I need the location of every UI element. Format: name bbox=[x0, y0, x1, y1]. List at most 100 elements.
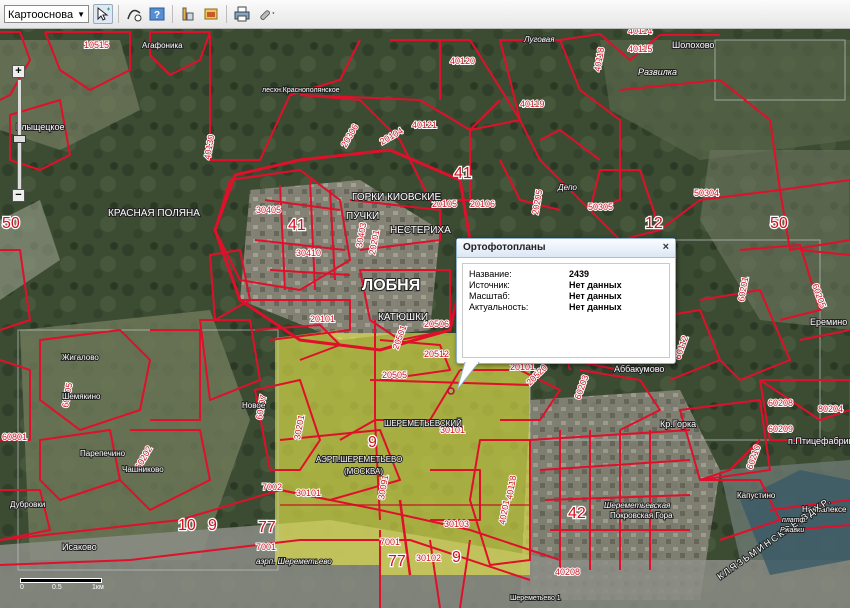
svg-text:80204: 80204 bbox=[818, 404, 843, 414]
place-label: Шолохово bbox=[672, 40, 714, 50]
place-label: Капустино bbox=[737, 491, 776, 500]
svg-text:40114: 40114 bbox=[628, 29, 652, 36]
place-label: Шереметьевская bbox=[604, 501, 671, 510]
svg-text:40208: 40208 bbox=[555, 567, 580, 577]
svg-text:20505: 20505 bbox=[382, 370, 407, 380]
popup-row-label: Актуальность: bbox=[469, 302, 529, 312]
place-label: Покровская Гора bbox=[610, 511, 673, 520]
print-icon bbox=[234, 6, 250, 22]
zoom-slider-thumb[interactable] bbox=[13, 135, 26, 143]
svg-text:60208: 60208 bbox=[768, 398, 793, 408]
place-label: Исаково bbox=[62, 542, 97, 552]
popup-row-value: 2439 bbox=[569, 269, 590, 279]
place-label: лесхн.Краснополянское bbox=[262, 87, 340, 94]
map-number: 9 bbox=[208, 517, 217, 534]
help-icon: ? bbox=[149, 7, 165, 21]
svg-text:50305: 50305 bbox=[588, 202, 613, 212]
parcel-number: 7002 bbox=[262, 482, 282, 492]
measure-button[interactable] bbox=[178, 4, 198, 24]
svg-text:30103: 30103 bbox=[444, 519, 469, 529]
layers-button[interactable] bbox=[201, 4, 221, 24]
place-label: Чашниково bbox=[122, 465, 164, 474]
popup-row-value: Нет данных bbox=[569, 291, 622, 301]
scale-bar-line bbox=[20, 578, 102, 583]
svg-text:20101: 20101 bbox=[310, 314, 335, 324]
scale-bar: 0 0.5 1км bbox=[20, 578, 110, 598]
svg-text:30405: 30405 bbox=[256, 205, 281, 215]
popup-pointer bbox=[457, 362, 480, 391]
place-label: Шереметьево 1 bbox=[510, 595, 561, 602]
help-button[interactable]: ? bbox=[147, 4, 167, 24]
place-label: КАТЮШКИ bbox=[378, 312, 428, 323]
place-label: ГОРКИ КИОВСКИЕ bbox=[352, 192, 441, 203]
svg-text:40121: 40121 bbox=[412, 120, 437, 130]
basemap-select-value: Картооснова bbox=[8, 9, 74, 21]
svg-text:20512: 20512 bbox=[424, 349, 449, 359]
popup-row: Актуальность: Нет данных bbox=[469, 302, 622, 312]
link-button[interactable] bbox=[257, 4, 283, 24]
chevron-down-icon: ▼ bbox=[77, 10, 85, 19]
zoom-control: + − bbox=[12, 65, 26, 205]
parcel-number: 30101 bbox=[296, 488, 321, 498]
parcel-number: 7001 bbox=[256, 542, 276, 552]
place-label: Еремино bbox=[810, 317, 847, 327]
scale-label: 1км bbox=[92, 584, 104, 591]
svg-text:40115: 40115 bbox=[628, 44, 652, 54]
map-number: 9 bbox=[368, 434, 377, 451]
city-label: ЛОБНЯ bbox=[362, 277, 420, 294]
scale-label: 0.5 bbox=[52, 584, 62, 591]
svg-text:60209: 60209 bbox=[768, 424, 793, 434]
place-label: ШЕРЕМЕТЬЕВСКИЙ bbox=[384, 419, 462, 428]
print-button[interactable] bbox=[232, 4, 252, 24]
toolbar-separator bbox=[226, 5, 227, 23]
svg-text:30102: 30102 bbox=[416, 553, 441, 563]
place-label: ПУЧКИ bbox=[346, 211, 379, 222]
popup-row-label: Масштаб: bbox=[469, 291, 511, 301]
place-label: п.Птицефабрик bbox=[788, 436, 850, 446]
svg-text:40120: 40120 bbox=[450, 56, 475, 66]
place-label: Новое bbox=[242, 401, 266, 410]
pan-info-icon bbox=[127, 9, 142, 22]
place-label: Ржавки bbox=[780, 527, 804, 534]
pointer-tool-button[interactable] bbox=[93, 4, 113, 24]
place-label: КРАСНАЯ ПОЛЯНА bbox=[108, 208, 200, 219]
popup-row: Масштаб: Нет данных bbox=[469, 291, 622, 301]
zoom-in-button[interactable]: + bbox=[12, 65, 25, 78]
place-label: Агафоника bbox=[142, 41, 183, 50]
map-number: 10 bbox=[178, 517, 196, 534]
place-label: Депо bbox=[557, 183, 577, 192]
place-label: Жигалово bbox=[62, 353, 99, 362]
zoom-out-button[interactable]: − bbox=[12, 189, 25, 202]
place-label: Развилка bbox=[638, 67, 677, 77]
map-number: 77 bbox=[258, 519, 276, 536]
map-view[interactable]: 41 41 50 12 50 77 77 42 9 9 9 10 7002 70… bbox=[0, 29, 850, 608]
popup-row-label: Источник: bbox=[469, 280, 510, 290]
place-label: платф. bbox=[782, 517, 807, 524]
popup-row-label: Название: bbox=[469, 269, 512, 279]
scale-label: 0 bbox=[20, 584, 24, 591]
parcel-number: 7001 bbox=[380, 537, 400, 547]
svg-text:10515: 10515 bbox=[84, 40, 109, 50]
svg-text:?: ? bbox=[154, 10, 160, 21]
place-label: (МОСКВА) bbox=[344, 467, 383, 476]
popup-body: Название: 2439 Источник: Нет данных Масш… bbox=[462, 263, 670, 358]
aerial-imagery: 41 41 50 12 50 77 77 42 9 9 9 10 7002 70… bbox=[0, 29, 850, 608]
place-label: АЭРП.ШЕРЕМЕТЬЕВО bbox=[316, 455, 402, 464]
link-icon bbox=[260, 10, 275, 20]
toolbar: Картооснова ▼ ? bbox=[0, 0, 850, 29]
map-number: 41 bbox=[288, 217, 306, 234]
place-label: Дубровки bbox=[10, 500, 45, 509]
pointer-tool-icon bbox=[97, 6, 110, 21]
place-label: аэрп. Шереметьево bbox=[256, 557, 332, 566]
map-number: 50 bbox=[2, 215, 20, 232]
svg-text:50304: 50304 bbox=[694, 188, 719, 198]
basemap-select[interactable]: Картооснова ▼ bbox=[4, 5, 89, 23]
map-number: 12 bbox=[645, 215, 663, 232]
map-number: 50 bbox=[770, 215, 788, 232]
pan-info-button[interactable] bbox=[124, 4, 144, 24]
close-icon[interactable]: × bbox=[663, 242, 669, 253]
place-label: Аббакумово bbox=[614, 364, 664, 374]
place-label: Шемякино bbox=[62, 392, 101, 401]
place-label: Луговая bbox=[523, 35, 555, 44]
popup-title: Ортофотопланы bbox=[457, 239, 675, 258]
